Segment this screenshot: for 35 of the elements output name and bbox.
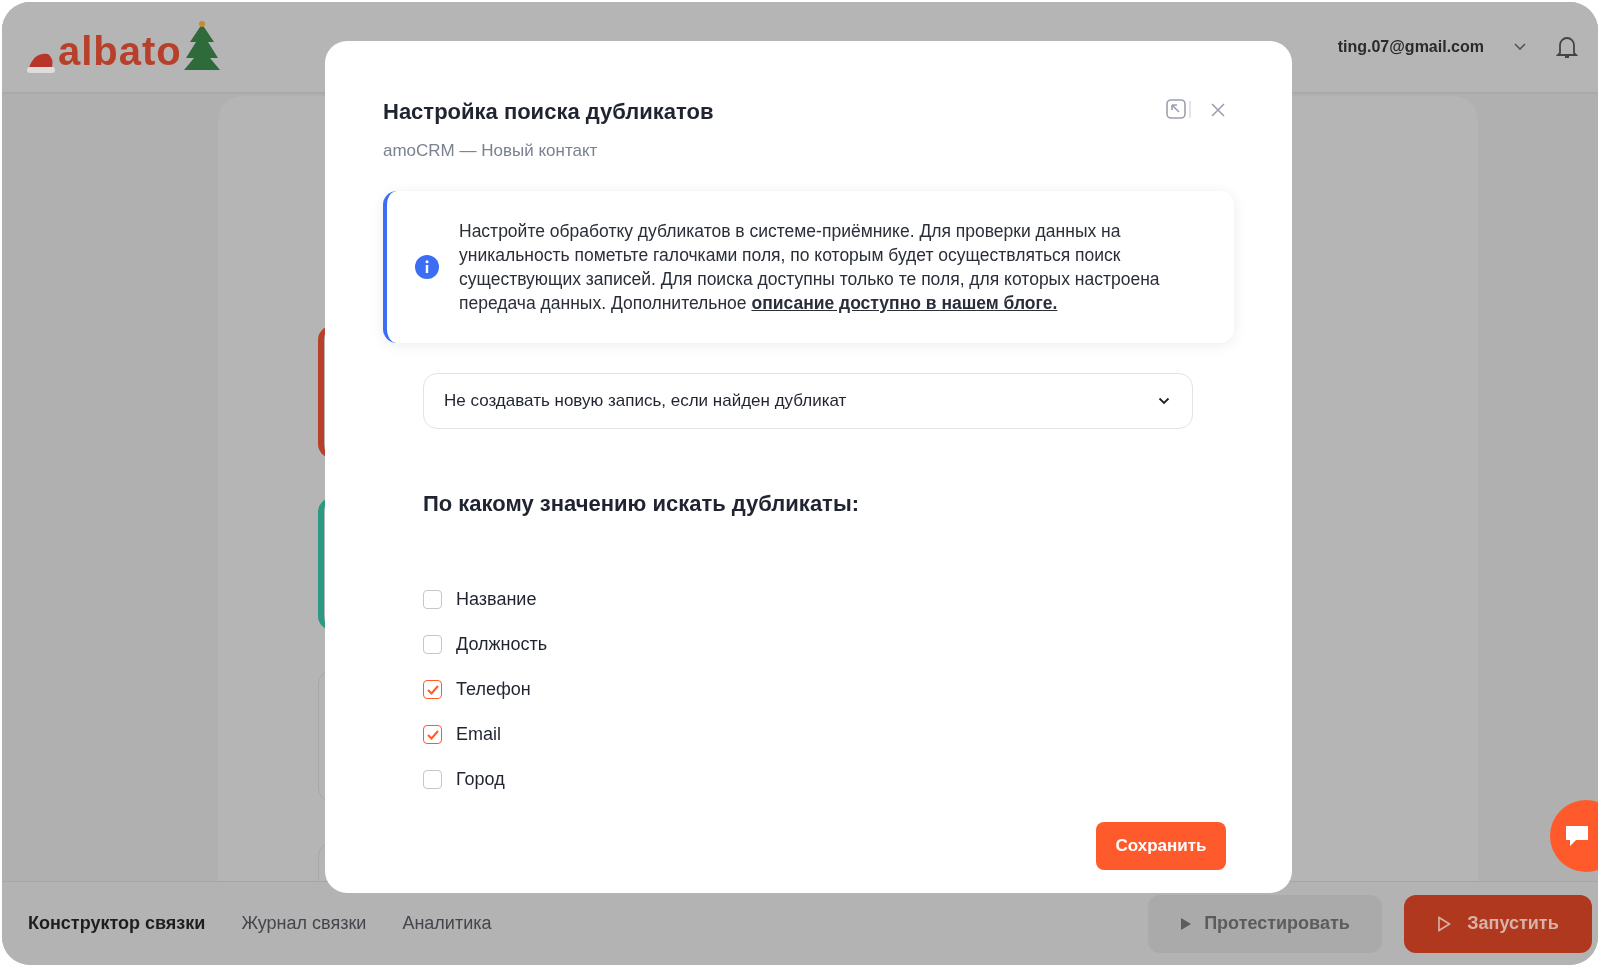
checkbox-label: Email: [456, 724, 501, 745]
checkbox[interactable]: [423, 635, 442, 654]
tab[interactable]: Аналитика: [402, 913, 492, 934]
speech-bubble-icon: [1564, 824, 1590, 848]
tab[interactable]: Конструктор связки: [28, 913, 206, 934]
checkbox[interactable]: [423, 590, 442, 609]
checkbox-label: Телефон: [456, 679, 531, 700]
play-icon: [1180, 916, 1193, 931]
checkbox-label: Должность: [456, 634, 548, 655]
section-heading: По какому значению искать дубликаты:: [423, 491, 860, 517]
chevron-down-icon: [1158, 397, 1170, 405]
run-button[interactable]: Запустить: [1404, 894, 1592, 953]
save-button[interactable]: Сохранить: [1096, 822, 1226, 870]
mode-select[interactable]: Не создавать новую запись, если найден дубликат: [423, 373, 1193, 429]
tab[interactable]: Журнал связки: [241, 913, 367, 934]
checkbox[interactable]: [423, 770, 442, 789]
dialog-subtitle: amoCRM — Новый контакт: [383, 141, 599, 161]
checkmark-icon: [425, 683, 440, 696]
dialog-title: Настройка поиска дубликатов: [383, 99, 714, 125]
checkbox[interactable]: [423, 680, 442, 699]
blog-link[interactable]: описание доступно в нашем блоге.: [751, 293, 1058, 313]
checkbox-label: Город: [456, 769, 505, 790]
test-button[interactable]: Протестировать: [1148, 894, 1382, 953]
chevron-down-icon[interactable]: [1514, 43, 1526, 51]
bell-icon[interactable]: [1556, 34, 1578, 60]
close-icon[interactable]: [1210, 102, 1226, 118]
play-icon: [1437, 915, 1452, 932]
checkmark-icon: [425, 728, 440, 741]
logo[interactable]: albato: [58, 29, 182, 74]
checkbox-label: Название: [456, 589, 537, 610]
account-email[interactable]: ting.07@gmail.com: [1337, 38, 1484, 56]
collapse-icon[interactable]: [1166, 99, 1192, 121]
checkbox[interactable]: [423, 725, 442, 744]
info-text: Настройте обработку дубликатов в системе-приёмнике. Для проверки данных на уникальность пометьте галочками поля, по которым будет осуществляться поиск существующих записей. Для поиска доступны только те поля, для которых настроена передача данных. Дополнительное описание доступно в нашем блоге.: [459, 220, 1161, 315]
info-icon: [415, 255, 439, 279]
